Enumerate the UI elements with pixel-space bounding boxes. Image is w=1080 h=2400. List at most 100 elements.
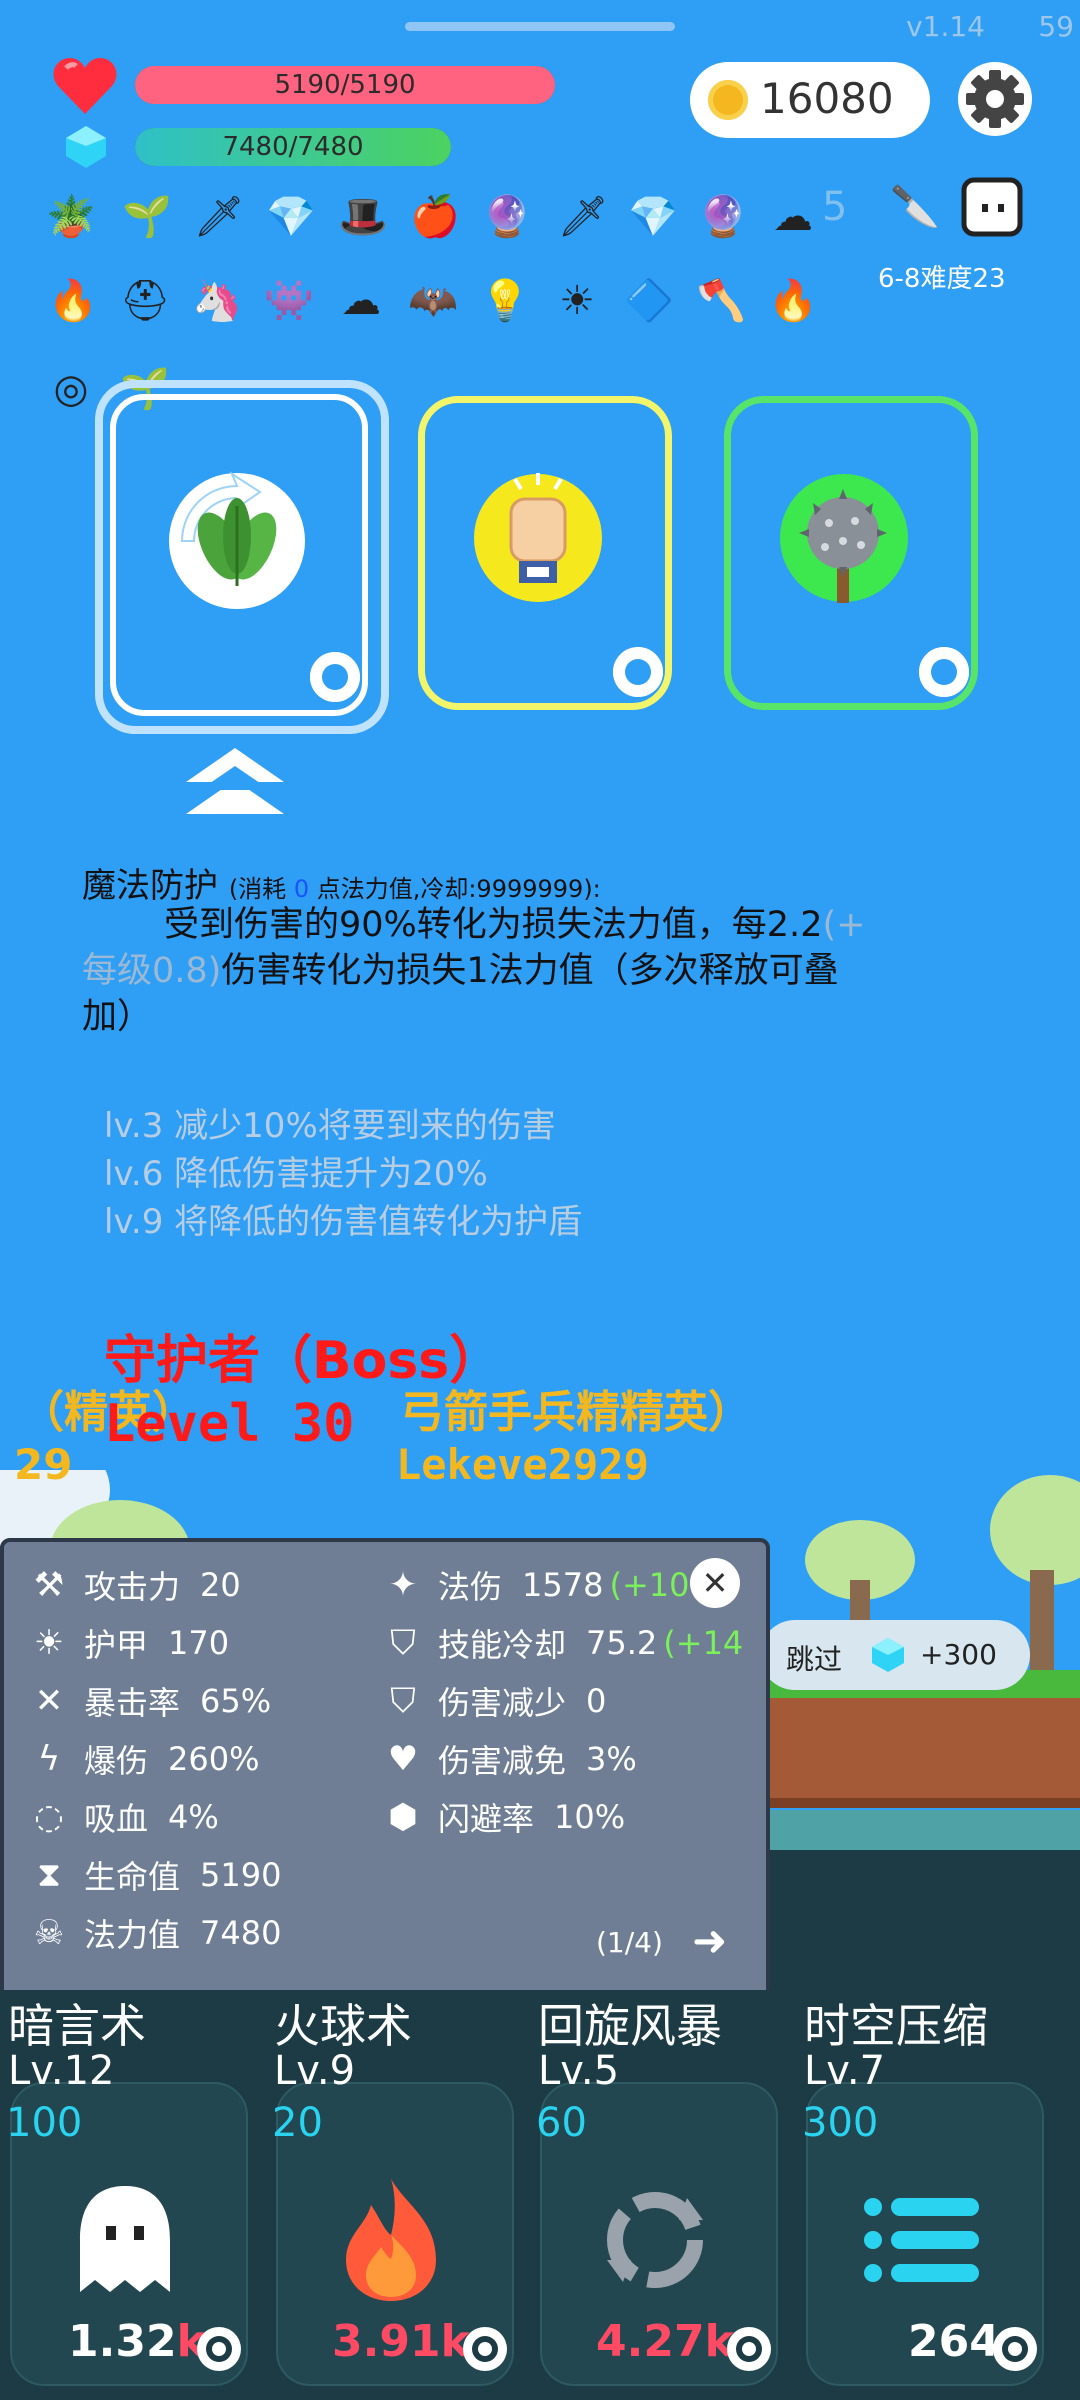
elite-enemy-level: 29 [14,1440,73,1489]
wand-stat-icon: ✦ [388,1565,418,1605]
mp-bar: 7480/7480 [135,128,451,166]
reroll-icon-2[interactable] [613,647,663,697]
stat-lifesteal: ◌ 吸血 4% [26,1794,219,1840]
hp-bar: 5190/5190 [135,66,555,104]
apple-icon[interactable]: 🍎 [406,188,464,246]
skip-label: 跳过 [786,1643,843,1676]
skill-settings-gear-icon[interactable] [190,2320,248,2378]
stat-dodge: ⬢ 闪避率 10% [380,1794,625,1840]
stat-label: 爆伤 [84,1742,149,1780]
desc-line2-grey: 每级0.8) [82,951,222,991]
skill-level: Lv.5 [538,2048,620,2094]
cloud-icon[interactable]: ☁ [764,188,822,246]
stat-label: 技能冷却 [438,1626,567,1664]
skill-card-mace[interactable] [724,396,978,710]
skill-settings-gear-icon[interactable] [456,2320,514,2378]
red-gem-icon-2[interactable]: 💎 [624,188,682,246]
skill-level: Lv.12 [8,2048,115,2094]
potted-plant-icon[interactable]: 🪴 [42,188,100,246]
stat-damage-reduction: ⛉ 伤害减少 0 [380,1678,606,1724]
red-gem-icon[interactable]: 💎 [262,188,320,246]
hp-text: 5190/5190 [274,70,416,100]
heart-stat-icon: ♥ [387,1739,419,1779]
cleaver-icon: 🔪 [890,184,940,230]
upgrade-lv9: lv.9 将降低的伤害值转化为护盾 [104,1202,583,1242]
sword-icon[interactable]: 🗡 [190,188,248,246]
skill-meta-prefix: (消耗 [228,875,294,903]
torch-icon[interactable]: 🔥 [44,272,102,330]
knight-helmet-icon[interactable]: ⛑ [116,272,174,330]
stats-page-indicator: (1/4) [596,1926,663,1959]
stat-value: 65% [200,1682,272,1720]
crystal-icon [870,1636,906,1674]
stat-label: 法力值 [84,1916,181,1954]
sun-icon[interactable]: ☀ [548,272,606,330]
bat-icon[interactable]: 🦇 [404,272,462,330]
green-monster-icon[interactable]: 👾 [260,272,318,330]
desc-line1: 受到伤害的90%转化为损失法力值，每2.2 [164,905,823,945]
stat-attack: ⚒ 攻击力 20 [26,1562,241,1608]
desc-line1-grey: (+ [822,905,866,945]
skip-button[interactable]: 跳过 +300 [760,1620,1030,1690]
unicorn-icon[interactable]: 🦄 [188,272,246,330]
lightbulb-icon[interactable]: 💡 [476,272,534,330]
stat-label: 伤害减少 [438,1684,567,1722]
settings-button[interactable] [958,62,1032,136]
sapling-icon[interactable]: 🌱 [118,188,176,246]
skill-card-fist[interactable] [418,396,672,710]
skull-stat-icon: ☠ [33,1913,65,1953]
skill-card-magic-protection[interactable] [110,394,368,716]
skip-reward: +300 [920,1638,997,1671]
top-drag-handle[interactable] [405,22,675,31]
axe-icon[interactable]: 🪓 [692,272,750,330]
coin-icon [708,80,748,120]
reroll-icon[interactable] [310,652,360,702]
stat-value: 5190 [200,1856,282,1894]
stat-crit-rate: ✕ 暴击率 65% [26,1678,271,1724]
stat-hp: ⧗ 生命值 5190 [26,1852,281,1898]
skill-slot-time-compress[interactable]: 时空压缩 Lv.7 300 264 [796,1990,1044,2386]
lightning-stat-icon: ϟ [37,1739,61,1779]
stat-bonus: (+14 [663,1624,744,1662]
skill-slot-shadow-word[interactable]: 暗言术 Lv.12 100 1.32k [0,1990,248,2386]
next-page-arrow-icon[interactable]: ➜ [692,1916,727,1965]
crystal-ball-icon[interactable]: 🔮 [478,188,536,246]
blue-diamond-icon[interactable]: 🔷 [620,272,678,330]
skill-damage-count: 4.27k [596,2316,734,2367]
reroll-icon-3[interactable] [919,647,969,697]
dotted-circle-stat-icon: ◌ [34,1797,64,1837]
stat-label: 伤害减免 [438,1742,567,1780]
coin-value: 16080 [760,74,894,123]
fist-icon [463,463,613,613]
count-value: 4.27 [596,2316,705,2367]
spiked-mace-icon [769,463,919,613]
crystal-ball-icon-2[interactable]: 🔮 [694,188,752,246]
skill-settings-gear-icon[interactable] [720,2320,778,2378]
desc-line2: 伤害转化为损失1法力值（多次释放可叠 [221,951,839,991]
fire-icon[interactable]: 🔥 [764,272,822,330]
archer-elite-level: Lekeve2929 [396,1440,649,1489]
heart-shield-stat-icon: ⛉ [390,1681,416,1721]
shield-stat-icon: ⛉ [390,1623,416,1663]
skill-slot-whirlwind[interactable]: 回旋风暴 Lv.5 60 4.27k [530,1990,778,2386]
cloud-icon-2[interactable]: ☁ [332,272,390,330]
difficulty-label: 6-8难度23 [878,264,1006,294]
stat-label: 攻击力 [84,1568,181,1606]
boss-level: Level 30 [104,1394,355,1454]
skill-description: 受到伤害的90%转化为损失法力值，每2.2(+ 每级0.8)伤害转化为损失1法力… [82,902,982,1040]
dagger-icon[interactable]: 🗡 [554,188,612,246]
wizard-hat-icon[interactable]: 🎩 [334,188,392,246]
skill-name: 火球术 [274,1999,412,2053]
upgrade-lv3: lv.3 减少10%将要到来的伤害 [104,1106,556,1146]
upgrade-lv6: lv.6 降低伤害提升为20% [104,1154,488,1194]
stat-label: 暴击率 [84,1684,181,1722]
stat-value: 1578 [522,1566,604,1604]
faded-number: 5 [822,184,848,230]
skill-damage-count: 1.32k [68,2316,206,2367]
close-stats-button[interactable]: ✕ [690,1558,740,1608]
stat-value: 170 [168,1624,230,1662]
skill-slot-fireball[interactable]: 火球术 Lv.9 20 3.91k [266,1990,514,2386]
ring-target-icon[interactable]: ◎ [42,360,100,418]
skill-settings-gear-icon[interactable] [986,2320,1044,2378]
crosshair-stat-icon: ✕ [34,1681,64,1721]
